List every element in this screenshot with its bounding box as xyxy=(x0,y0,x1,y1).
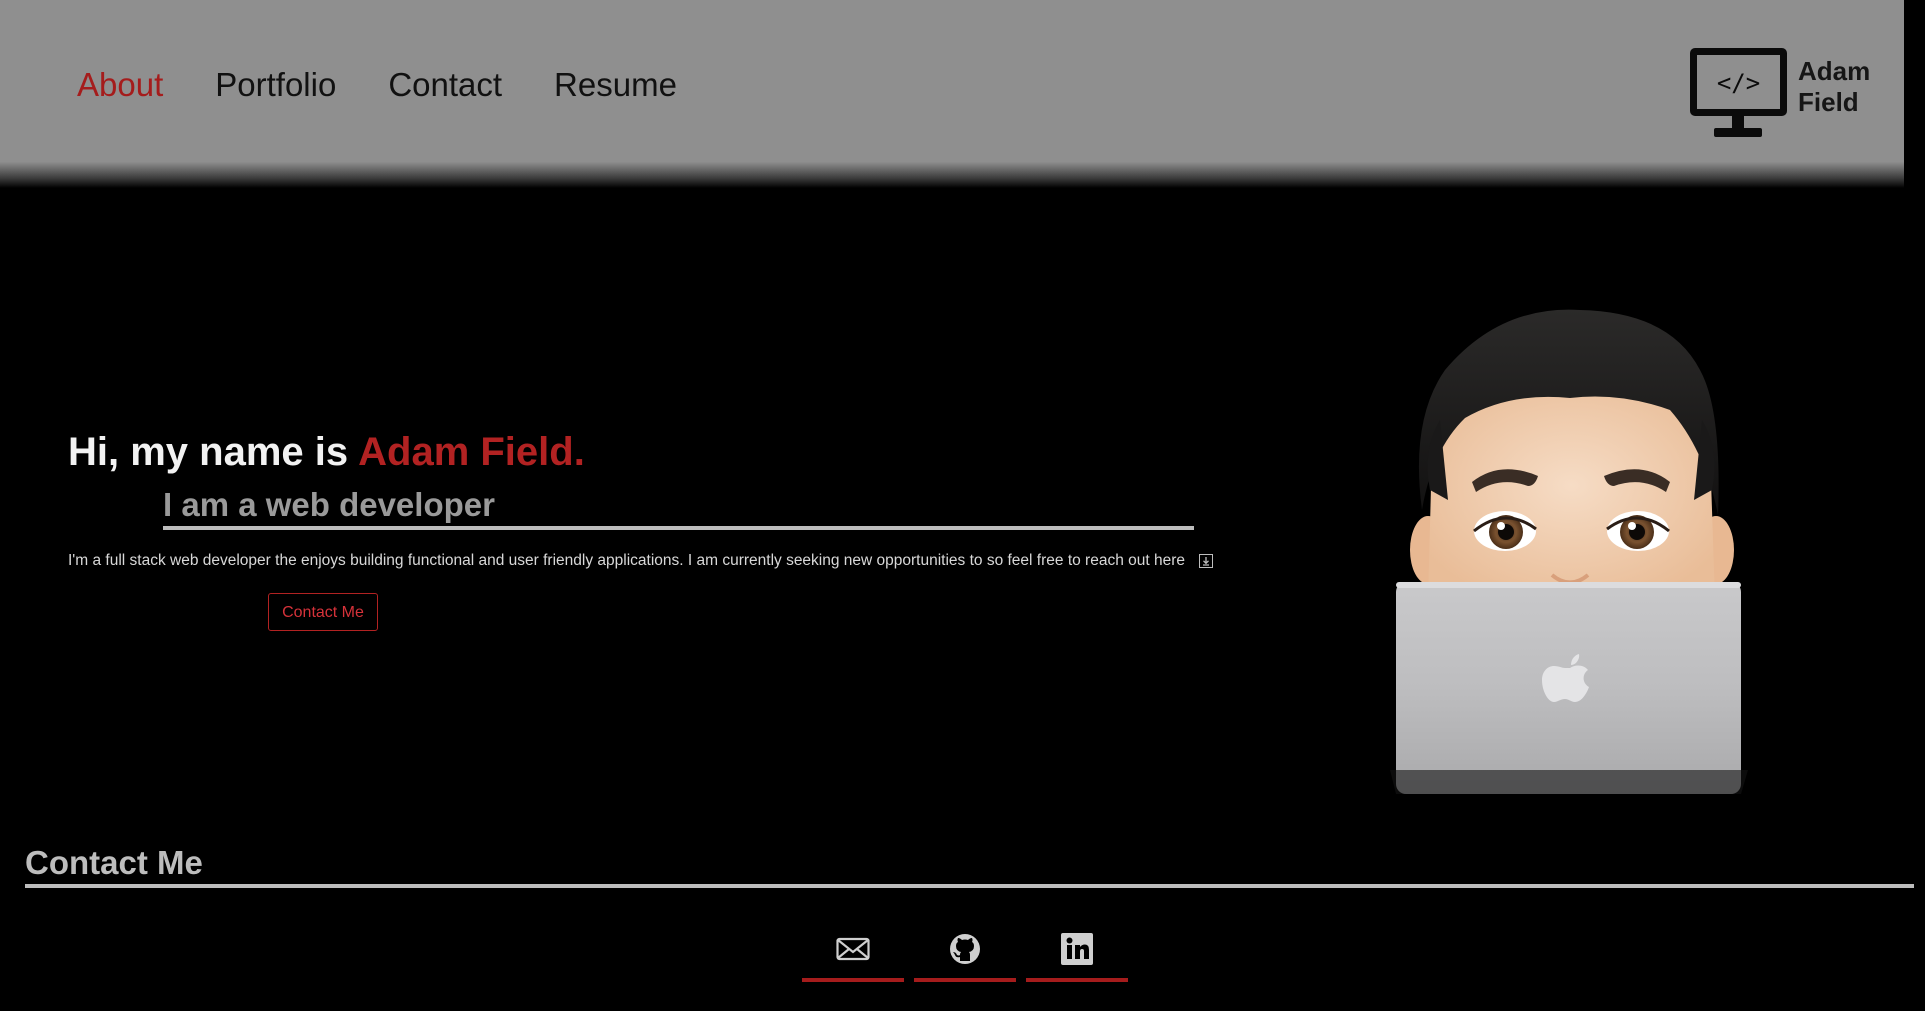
logo[interactable]: </> Adam Field xyxy=(1690,48,1880,144)
github-icon xyxy=(950,934,980,964)
hero-description: I'm a full stack web developer the enjoy… xyxy=(68,552,1214,570)
contact-me-button[interactable]: Contact Me xyxy=(268,593,378,631)
linkedin-icon xyxy=(1061,933,1093,965)
email-icon xyxy=(836,937,870,961)
hero-name: Adam Field. xyxy=(358,430,585,474)
email-underline xyxy=(802,978,904,982)
page: About Portfolio Contact Resume </> Adam … xyxy=(0,0,1925,1011)
header: About Portfolio Contact Resume </> Adam … xyxy=(0,0,1904,188)
memoji-avatar-image xyxy=(1370,300,1770,800)
nav-link-about[interactable]: About xyxy=(77,62,163,108)
monitor-stand xyxy=(1732,116,1744,128)
contact-heading: Contact Me xyxy=(25,844,1914,888)
hero-subtitle: I am a web developer xyxy=(163,486,1194,530)
nav-link-portfolio[interactable]: Portfolio xyxy=(215,62,336,108)
hero-description-text: I'm a full stack web developer the enjoy… xyxy=(68,552,1186,569)
nav-link-contact[interactable]: Contact xyxy=(388,62,502,108)
monitor-base xyxy=(1714,128,1762,137)
email-link[interactable] xyxy=(802,928,904,982)
monitor-icon: </> xyxy=(1690,48,1787,116)
nav-link-resume[interactable]: Resume xyxy=(554,62,677,108)
linkedin-underline xyxy=(1026,978,1128,982)
download-icon[interactable] xyxy=(1199,554,1214,568)
hero-greeting: Hi, my name is xyxy=(68,430,349,474)
code-glyph: </> xyxy=(1716,69,1761,97)
github-link[interactable] xyxy=(914,928,1016,982)
logo-text: Adam Field xyxy=(1798,56,1871,117)
hero-title: Hi, my name is Adam Field. xyxy=(68,430,585,475)
main-nav: About Portfolio Contact Resume xyxy=(77,62,729,108)
linkedin-link[interactable] xyxy=(1026,928,1128,982)
github-underline xyxy=(914,978,1016,982)
